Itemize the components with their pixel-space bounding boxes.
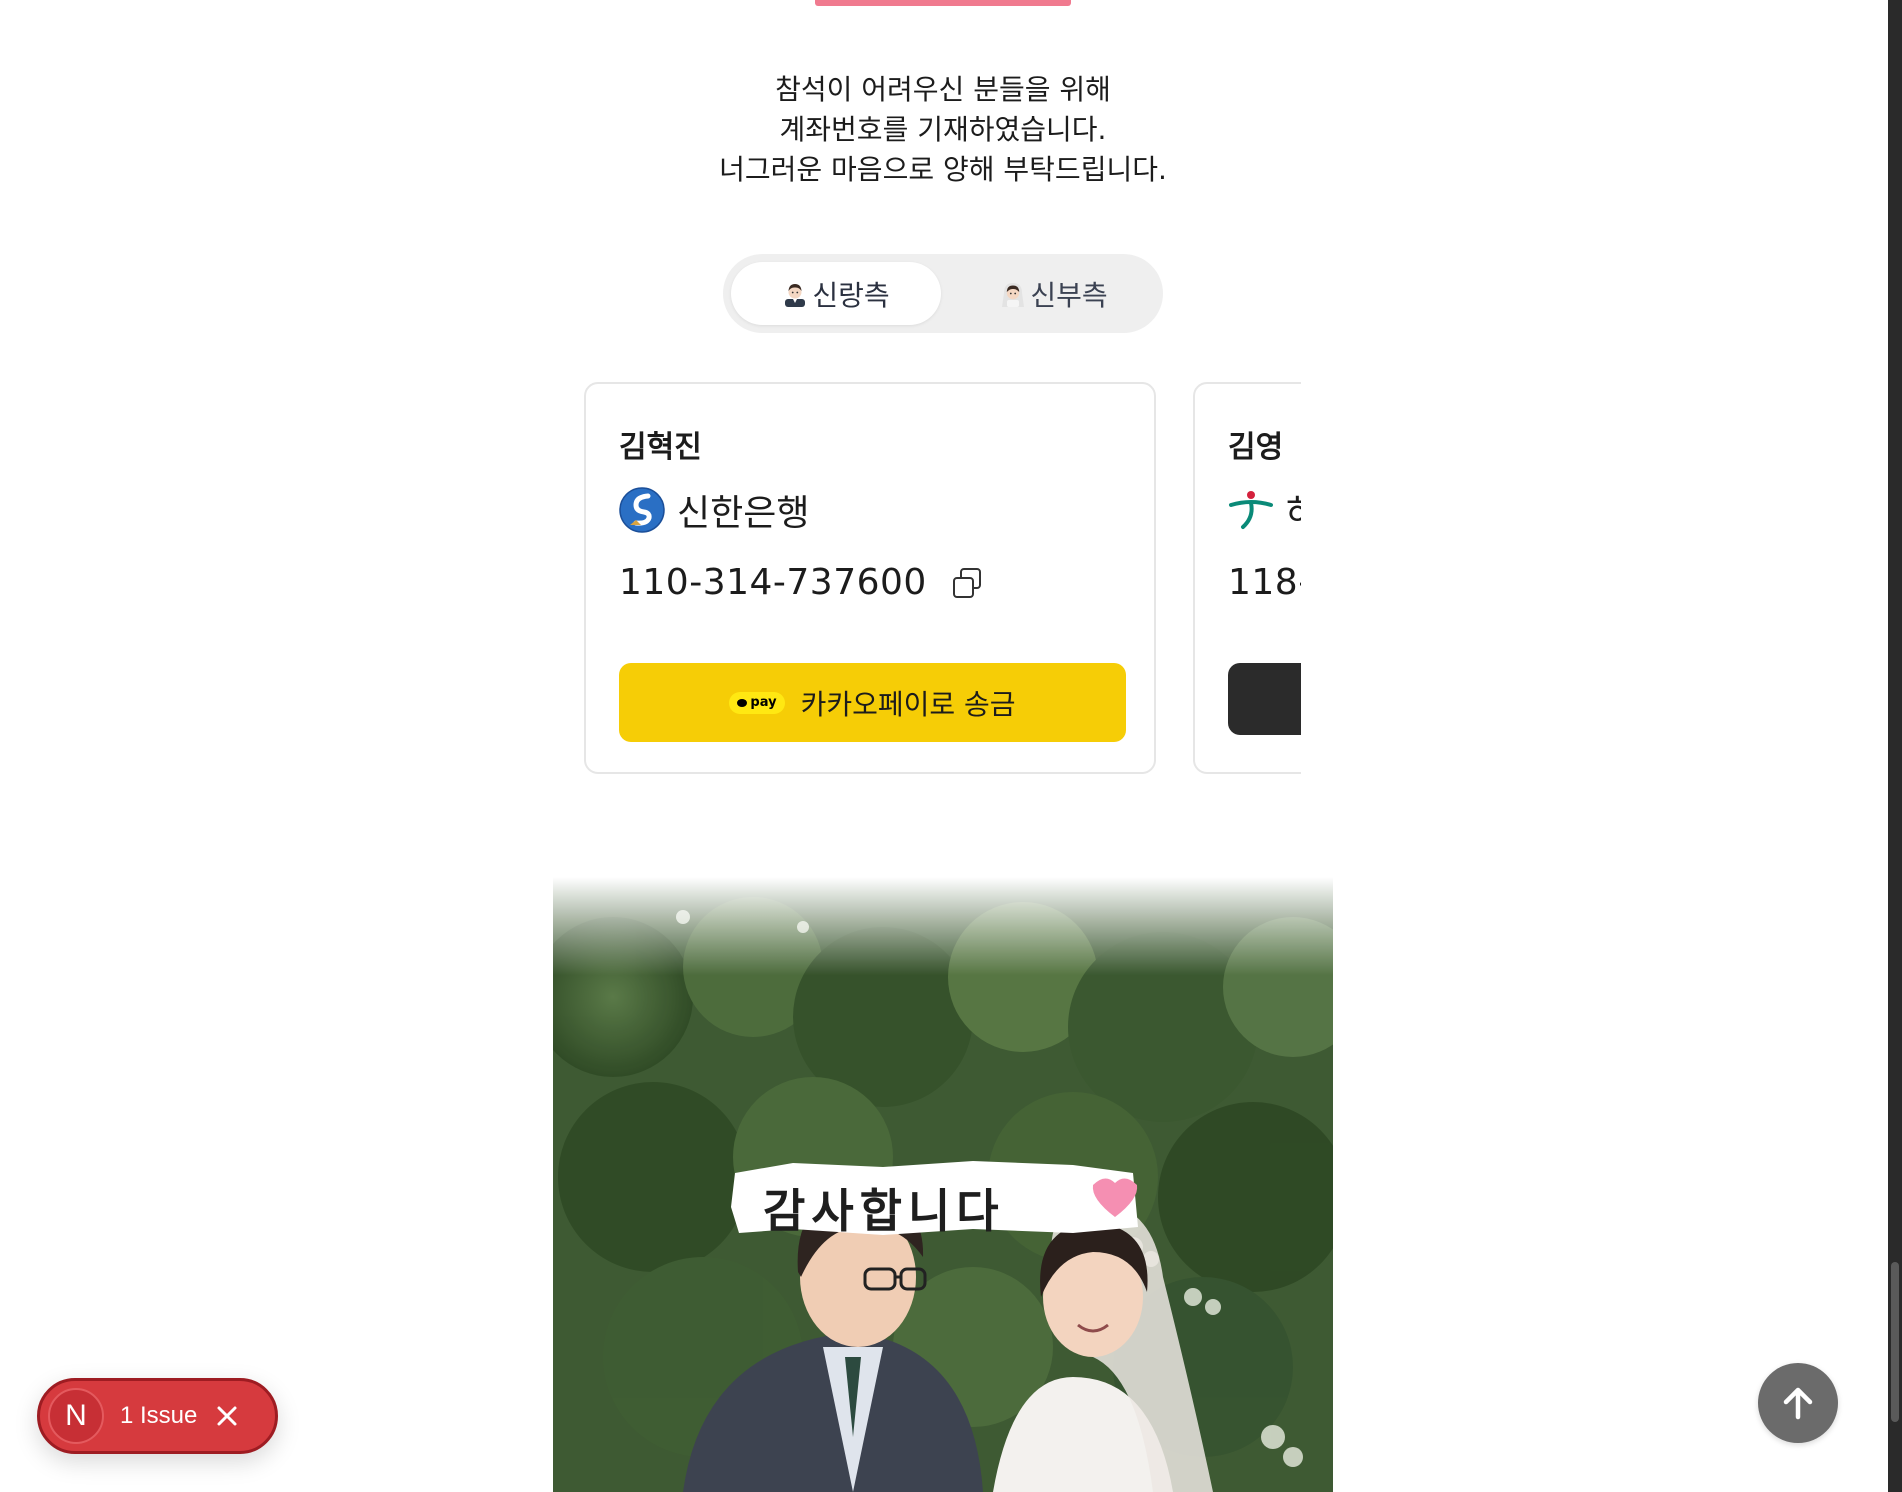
- scroll-to-top-button[interactable]: [1758, 1363, 1838, 1443]
- account-card: 김혁진 신한은행 110-314-737600 pay 카카오페이로 송금: [584, 382, 1156, 774]
- nextjs-logo-icon: N: [48, 1388, 104, 1444]
- kakaopay-badge-text: pay: [750, 695, 777, 710]
- hana-bank-logo-icon: [1229, 491, 1273, 529]
- bank-row: 하: [1228, 484, 1301, 536]
- account-number-row: 118-: [1228, 562, 1301, 603]
- intro-line-3: 너그러운 마음으로 양해 부탁드립니다.: [719, 153, 1167, 186]
- account-carousel[interactable]: 김혁진 신한은행 110-314-737600 pay 카카오페이로 송금 김영…: [584, 380, 1301, 780]
- scrollbar[interactable]: [1888, 0, 1902, 1492]
- issues-count-label: 1 Issue: [120, 1402, 198, 1429]
- account-holder-name: 김영: [1228, 430, 1284, 465]
- tab-bride[interactable]: 신부측: [949, 262, 1159, 325]
- tab-groom-label: 신랑측: [812, 278, 890, 312]
- side-toggle: 신랑측 신부측: [723, 254, 1163, 333]
- tab-bride-label: 신부측: [1030, 278, 1108, 312]
- dev-issues-indicator[interactable]: N 1 Issue: [37, 1378, 278, 1454]
- wedding-photo: 감사합니다: [553, 877, 1333, 1492]
- account-holder-name: 김혁진: [619, 430, 702, 465]
- kakaopay-logo-icon: pay: [729, 691, 785, 714]
- intro-line-1: 참석이 어려우신 분들을 위해: [775, 73, 1111, 106]
- account-number: 118-: [1228, 562, 1301, 603]
- section-accent-bar: [815, 0, 1071, 6]
- bank-name: 신한은행: [677, 493, 810, 534]
- thanks-caption: 감사합니다: [733, 1157, 1133, 1247]
- arrow-up-icon: [1783, 1387, 1813, 1420]
- bank-row: 신한은행: [619, 484, 809, 536]
- account-number-row: 110-314-737600: [619, 562, 983, 603]
- kakaopay-button-label: 카카오페이로 송금: [800, 687, 1016, 721]
- thanks-caption-text: 감사합니다: [763, 1184, 1005, 1238]
- intro-line-2: 계좌번호를 기재하였습니다.: [779, 113, 1107, 146]
- shinhan-bank-logo-icon: [619, 487, 665, 533]
- tab-groom[interactable]: 신랑측: [731, 262, 941, 325]
- nextjs-badge-letter: N: [65, 1399, 87, 1432]
- bank-name: 하: [1286, 484, 1301, 536]
- copy-icon[interactable]: [951, 567, 983, 599]
- account-number: 110-314-737600: [619, 562, 927, 603]
- account-intro-text: 참석이 어려우신 분들을 위해 계좌번호를 기재하였습니다. 너그러운 마음으로…: [600, 70, 1286, 190]
- account-card: 김영 하 118-: [1193, 382, 1301, 774]
- scrollbar-thumb[interactable]: [1891, 1262, 1899, 1422]
- transfer-button[interactable]: [1228, 663, 1301, 735]
- close-icon[interactable]: [215, 1404, 239, 1428]
- groom-emoji-icon: [782, 281, 808, 307]
- kakaopay-transfer-button[interactable]: pay 카카오페이로 송금: [619, 663, 1126, 742]
- bride-emoji-icon: [1000, 281, 1026, 307]
- page: 참석이 어려우신 분들을 위해 계좌번호를 기재하였습니다. 너그러운 마음으로…: [0, 0, 1888, 1492]
